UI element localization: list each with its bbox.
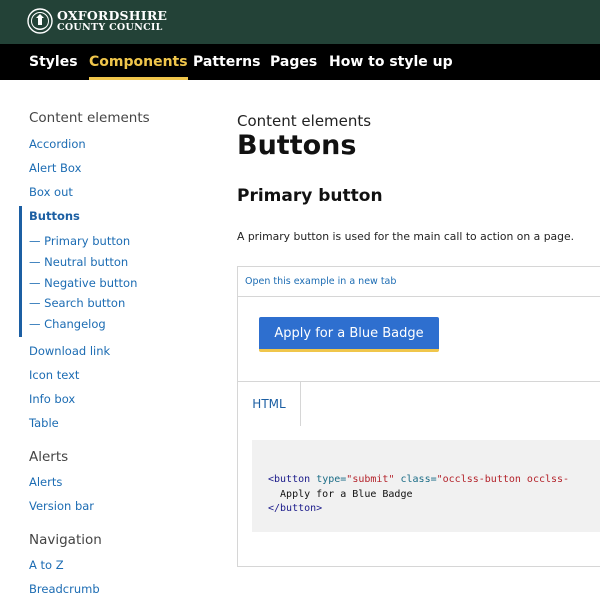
sidebar-heading-content-elements: Content elements — [29, 110, 150, 126]
sidebar-item-accordion[interactable]: Accordion — [29, 137, 86, 151]
sidebar-item-buttons[interactable]: Buttons — [29, 209, 80, 223]
page-kicker: Content elements — [237, 112, 372, 130]
sidebar-item-table[interactable]: Table — [29, 416, 59, 430]
sidebar-subitem-changelog[interactable]: — Changelog — [29, 317, 106, 331]
logo-line1: OXFORDSHIRE — [57, 8, 168, 23]
sidebar-item-download-link[interactable]: Download link — [29, 344, 110, 358]
main-content: Content elements Buttons Primary button … — [237, 80, 600, 600]
nav-item-components[interactable]: Components — [89, 44, 188, 80]
code-inner-text: Apply for a Blue Badge — [268, 488, 413, 500]
code-snippet: <button type="submit" class="occlss-butt… — [268, 473, 569, 517]
nav-item-pages[interactable]: Pages — [270, 44, 317, 80]
sidebar-item-breadcrumb[interactable]: Breadcrumb — [29, 582, 100, 596]
code-attr-type: type= — [316, 474, 347, 485]
sidebar-heading-alerts: Alerts — [29, 449, 69, 465]
sidebar-item-box-out[interactable]: Box out — [29, 185, 73, 199]
code-block: <button type="submit" class="occlss-butt… — [252, 440, 600, 532]
main-nav: Styles Components Patterns Pages How to … — [0, 44, 600, 80]
sidebar-subitem-neutral-button[interactable]: — Neutral button — [29, 255, 128, 269]
logo-line2: COUNTY COUNCIL — [57, 21, 163, 33]
sidebar-item-icon-text[interactable]: Icon text — [29, 368, 79, 382]
sidebar-item-version-bar[interactable]: Version bar — [29, 499, 94, 513]
logo-wordmark: OXFORDSHIRE COUNTY COUNCIL — [57, 8, 168, 33]
sidebar-subitem-primary-button[interactable]: — Primary button — [29, 234, 130, 248]
sidebar-item-a-to-z[interactable]: A to Z — [29, 558, 64, 572]
section-heading: Primary button — [237, 186, 383, 206]
sidebar-item-alert-box[interactable]: Alert Box — [29, 161, 81, 175]
sidebar-item-info-box[interactable]: Info box — [29, 392, 75, 406]
nav-item-styles[interactable]: Styles — [29, 44, 78, 80]
code-open-tag: <button — [268, 474, 311, 485]
nav-item-patterns[interactable]: Patterns — [193, 44, 260, 80]
sidebar-nav: Content elements Accordion Alert Box Box… — [0, 80, 215, 600]
open-example-link[interactable]: Open this example in a new tab — [245, 276, 396, 287]
sidebar-subitem-search-button[interactable]: — Search button — [29, 296, 125, 310]
code-attr-type-value: "submit" — [346, 474, 395, 485]
crest-icon — [27, 8, 53, 34]
council-logo[interactable]: OXFORDSHIRE COUNTY COUNCIL — [27, 8, 167, 34]
example-divider — [238, 296, 600, 297]
page-title: Buttons — [237, 130, 357, 161]
sidebar-item-alerts[interactable]: Alerts — [29, 475, 62, 489]
tab-html[interactable]: HTML — [238, 382, 301, 426]
sidebar-subitem-negative-button[interactable]: — Negative button — [29, 276, 137, 290]
sidebar-heading-navigation: Navigation — [29, 532, 102, 548]
site-header: OXFORDSHIRE COUNTY COUNCIL — [0, 0, 600, 44]
section-description: A primary button is used for the main ca… — [237, 230, 575, 243]
code-attr-class: class= — [400, 474, 437, 485]
code-attr-class-value: "occlss-button occlss- — [436, 474, 570, 485]
nav-item-how-to-style-up[interactable]: How to style up — [329, 44, 453, 80]
apply-blue-badge-button[interactable]: Apply for a Blue Badge — [259, 317, 439, 352]
sidebar-active-indicator — [19, 206, 22, 337]
code-close-tag: </button> — [268, 503, 323, 514]
example-panel: Open this example in a new tab Apply for… — [237, 266, 600, 567]
